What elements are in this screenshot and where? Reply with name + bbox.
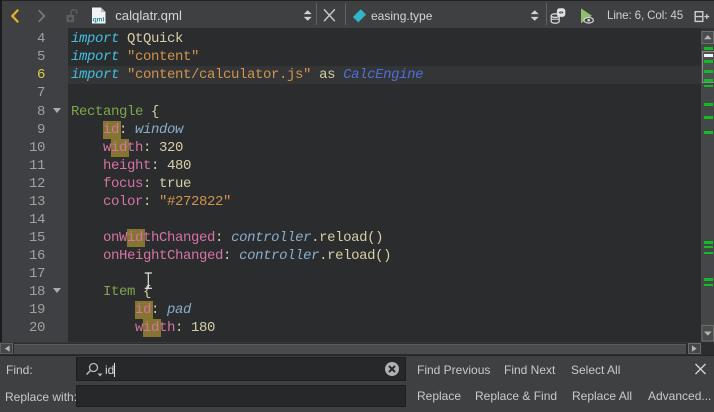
svg-text:qml: qml xyxy=(93,16,105,23)
